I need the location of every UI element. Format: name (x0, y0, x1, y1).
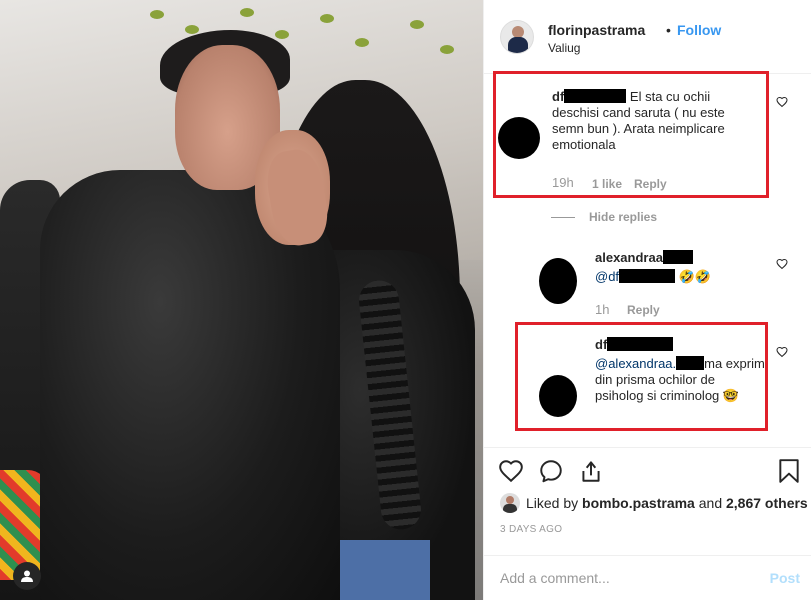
reply-like-heart-icon[interactable] (776, 258, 788, 270)
likes-count[interactable]: 2,867 others (726, 495, 808, 511)
liked-prefix: Liked by (526, 495, 579, 511)
post-panel: florinpastrama • Follow Valiug df El sta… (483, 0, 811, 600)
reply-username[interactable]: alexandraa (595, 250, 663, 265)
highlight-box-reply (515, 322, 768, 431)
reply-body: alexandraa @df 🤣🤣 (595, 250, 775, 285)
post-date[interactable]: 3 DAYS AGO (500, 524, 562, 535)
reply-like-heart-icon[interactable] (776, 346, 788, 358)
comment-icon[interactable] (538, 458, 564, 484)
redaction (662, 250, 693, 264)
post-location[interactable]: Valiug (548, 41, 580, 55)
reply-mention[interactable]: @df (595, 269, 619, 284)
comment-like-heart-icon[interactable] (776, 96, 788, 108)
avatar[interactable] (500, 20, 534, 54)
follow-button[interactable]: Follow (677, 22, 721, 38)
post-actions: Liked by bombo.pastrama and 2,867 others… (484, 447, 811, 600)
post-header: florinpastrama • Follow Valiug (484, 0, 811, 74)
heart-icon[interactable] (498, 458, 524, 484)
redaction (619, 269, 676, 283)
hide-replies-line (551, 217, 575, 218)
highlight-box-comment (493, 71, 769, 198)
liked-by-user[interactable]: bombo.pastrama (582, 495, 695, 511)
bookmark-icon[interactable] (778, 458, 800, 484)
reply-time: 1h (595, 302, 610, 317)
liked-and: and (698, 495, 723, 511)
liked-by-text: Liked by bombo.pastrama and 2,867 others (526, 495, 808, 511)
separator-dot: • (666, 22, 671, 38)
reply-reply-button[interactable]: Reply (627, 303, 660, 317)
reply-emoji: 🤣🤣 (678, 269, 712, 284)
post-username[interactable]: florinpastrama (548, 22, 645, 38)
post-photo[interactable] (0, 0, 483, 600)
user-tag-icon[interactable] (13, 562, 41, 590)
reply-avatar[interactable] (539, 258, 577, 304)
post-button[interactable]: Post (770, 570, 800, 586)
add-comment-bar: Add a comment... Post (484, 555, 811, 600)
add-comment-input[interactable]: Add a comment... (500, 570, 610, 586)
hide-replies-button[interactable]: Hide replies (589, 210, 657, 224)
share-icon[interactable] (578, 458, 604, 484)
liked-by-avatar[interactable] (500, 493, 520, 513)
